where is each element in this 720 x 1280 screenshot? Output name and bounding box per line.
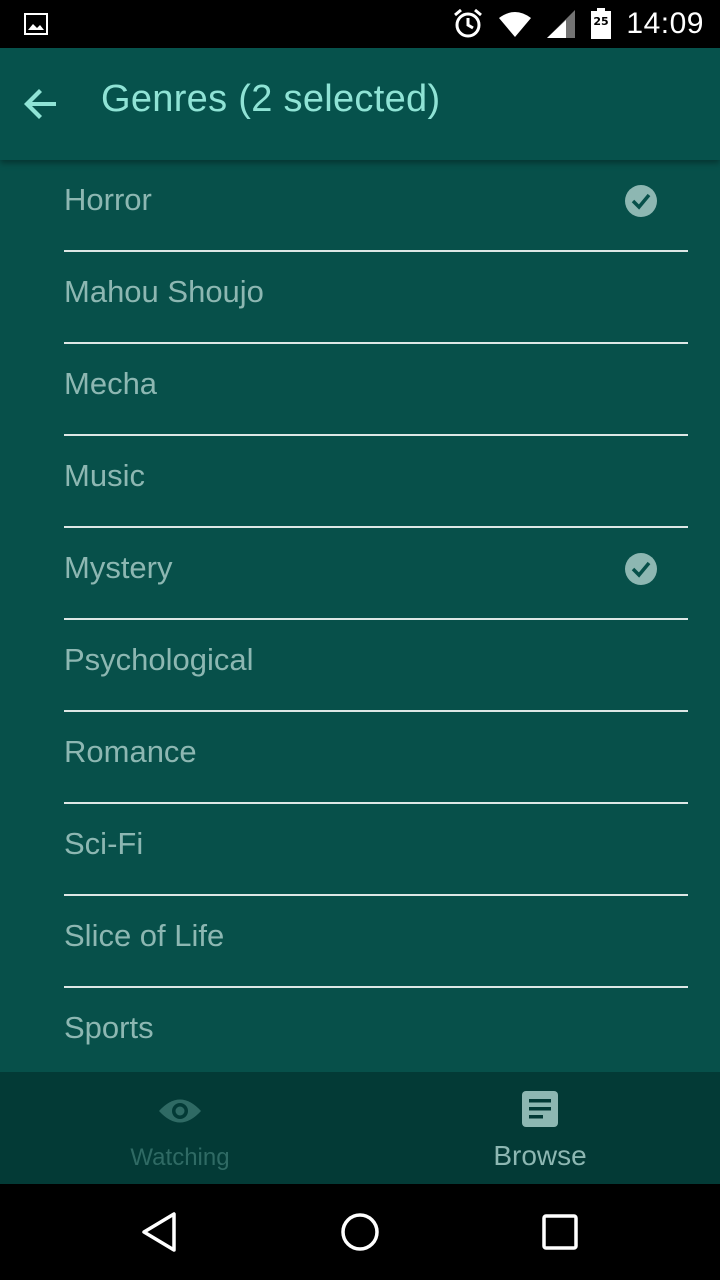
genre-label: Mystery — [64, 550, 173, 585]
genre-label: Mecha — [64, 366, 158, 401]
genre-label: Slice of Life — [64, 918, 225, 953]
battery-level-text: 25 — [594, 15, 609, 28]
home-circle-icon[interactable] — [338, 1210, 382, 1254]
genre-item-mystery[interactable]: Mystery — [64, 528, 688, 620]
nav-label: Watching — [130, 1144, 230, 1171]
bottom-navigation: Watching Browse — [0, 1072, 720, 1184]
system-navigation-bar — [0, 1184, 720, 1280]
status-bar: 25 14:09 — [0, 0, 720, 48]
battery-icon: 25 — [591, 8, 612, 39]
genre-label: Mahou Shoujo — [64, 274, 264, 309]
genre-label: Sci-Fi — [64, 826, 144, 861]
nav-label: Browse — [493, 1140, 587, 1171]
check-circle-icon — [625, 185, 657, 217]
page-title: Genres (2 selected) — [101, 78, 441, 120]
genre-item-music[interactable]: Music — [64, 436, 688, 528]
arrow-back-icon — [24, 89, 56, 119]
nav-watching[interactable]: Watching — [0, 1072, 360, 1184]
gallery-icon — [24, 13, 48, 35]
app-toolbar: Genres (2 selected) — [0, 48, 720, 160]
genre-item-mahou-shoujo[interactable]: Mahou Shoujo — [64, 252, 688, 344]
back-triangle-icon[interactable] — [138, 1210, 182, 1254]
genre-label: Music — [64, 458, 145, 493]
eye-icon — [159, 1099, 201, 1123]
genre-item-slice-of-life[interactable]: Slice of Life — [64, 896, 688, 988]
wifi-icon — [499, 12, 532, 37]
back-button[interactable] — [18, 80, 66, 128]
genre-item-horror[interactable]: Horror — [64, 160, 688, 252]
document-icon — [522, 1091, 558, 1127]
genre-item-sci-fi[interactable]: Sci-Fi — [64, 804, 688, 896]
genre-item-psychological[interactable]: Psychological — [64, 620, 688, 712]
genre-item-sports[interactable]: Sports — [64, 988, 688, 1072]
genre-list: Horror Mahou Shoujo Mecha Music Mystery … — [0, 160, 720, 1072]
recents-square-icon[interactable] — [538, 1210, 582, 1254]
genre-item-romance[interactable]: Romance — [64, 712, 688, 804]
genre-label: Romance — [64, 734, 197, 769]
check-circle-icon — [625, 553, 657, 585]
genre-label: Horror — [64, 182, 152, 217]
alarm-icon — [454, 8, 483, 38]
genre-label: Sports — [64, 1010, 154, 1045]
signal-icon — [547, 10, 576, 38]
nav-browse[interactable]: Browse — [360, 1072, 720, 1184]
status-time: 14:09 — [626, 7, 704, 40]
genre-label: Psychological — [64, 642, 254, 677]
genre-item-mecha[interactable]: Mecha — [64, 344, 688, 436]
